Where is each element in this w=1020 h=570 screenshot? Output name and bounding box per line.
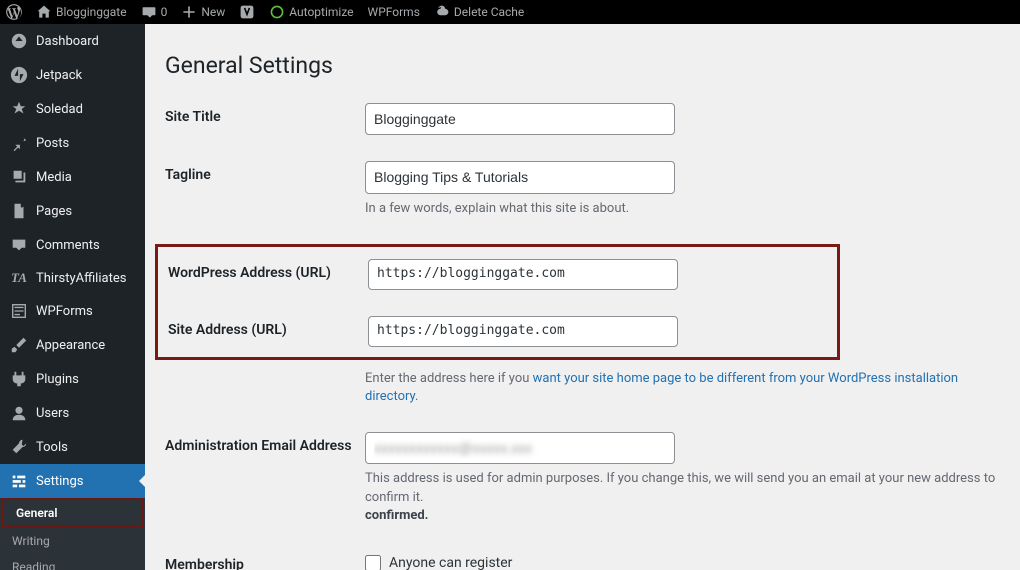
home-icon [36, 4, 52, 20]
sidebar-label: Plugins [36, 372, 79, 387]
brush-icon [10, 336, 28, 354]
site-address-input[interactable] [368, 316, 678, 347]
thirstyaffiliates-icon: TA [10, 270, 28, 286]
membership-label: Membership [165, 551, 365, 570]
submenu-item-general[interactable]: General [2, 498, 143, 528]
soledad-icon [10, 100, 28, 118]
wpforms-adminbar[interactable]: WPForms [368, 0, 420, 24]
admin-bar: Blogginggate 0 New Autoptimize WPForms D… [0, 0, 1020, 24]
site-name: Blogginggate [56, 0, 127, 24]
sidebar-item-tools[interactable]: Tools [0, 430, 145, 464]
sidebar-item-posts[interactable]: Posts [0, 126, 145, 160]
sidebar-label: Pages [36, 204, 72, 219]
site-address-description: Enter the address here if you want your … [365, 370, 1000, 406]
media-icon [10, 168, 28, 186]
site-title-input[interactable] [365, 103, 675, 135]
sidebar-item-settings[interactable]: Settings [0, 464, 145, 498]
tools-icon [10, 438, 28, 456]
sidebar-label: ThirstyAffiliates [36, 271, 126, 286]
sidebar-label: Jetpack [36, 68, 82, 83]
users-icon [10, 404, 28, 422]
autoptimize-link[interactable]: Autoptimize [269, 0, 353, 24]
admin-sidebar: Dashboard Jetpack Soledad Posts Media Pa… [0, 24, 145, 570]
comment-icon [141, 4, 157, 20]
cache-icon [434, 4, 450, 20]
sidebar-label: Soledad [36, 102, 83, 117]
plus-icon [181, 4, 197, 20]
wordpress-icon [6, 4, 22, 20]
wp-address-label: WordPress Address (URL) [168, 259, 368, 281]
sidebar-label: Comments [36, 238, 100, 253]
site-title-label: Site Title [165, 103, 365, 125]
wp-address-input[interactable] [368, 259, 678, 290]
sidebar-label: Appearance [36, 338, 105, 353]
submenu-item-writing[interactable]: Writing [0, 528, 145, 554]
new-label: New [201, 0, 225, 24]
sidebar-label: Posts [36, 136, 69, 151]
delete-cache-link[interactable]: Delete Cache [434, 0, 524, 24]
comments-icon [10, 236, 28, 254]
site-address-label: Site Address (URL) [168, 316, 368, 338]
comments-link[interactable]: 0 [141, 0, 168, 24]
page-icon [10, 202, 28, 220]
sidebar-item-soledad[interactable]: Soledad [0, 92, 145, 126]
tagline-input[interactable] [365, 161, 675, 193]
wpforms-label: WPForms [368, 0, 420, 24]
sidebar-label: Media [36, 170, 72, 185]
anyone-can-register-label: Anyone can register [389, 555, 512, 570]
sidebar-item-plugins[interactable]: Plugins [0, 362, 145, 396]
wordpress-logo[interactable] [6, 4, 22, 20]
settings-submenu: General Writing Reading [0, 498, 145, 570]
tagline-label: Tagline [165, 161, 365, 183]
sidebar-label: WPForms [36, 304, 93, 319]
submenu-item-reading[interactable]: Reading [0, 554, 145, 570]
sidebar-item-media[interactable]: Media [0, 160, 145, 194]
sidebar-item-wpforms[interactable]: WPForms [0, 294, 145, 328]
tagline-description: In a few words, explain what this site i… [365, 200, 1000, 218]
sidebar-item-comments[interactable]: Comments [0, 228, 145, 262]
sidebar-item-jetpack[interactable]: Jetpack [0, 58, 145, 92]
settings-icon [10, 472, 28, 490]
admin-email-input[interactable] [365, 432, 675, 464]
sidebar-item-dashboard[interactable]: Dashboard [0, 24, 145, 58]
settings-content: General Settings Site Title Tagline In a… [145, 24, 1020, 570]
pin-icon [10, 134, 28, 152]
admin-email-description: This address is used for admin purposes.… [365, 470, 1000, 525]
sidebar-label: Users [36, 406, 69, 421]
sidebar-label: Settings [36, 474, 83, 489]
dashboard-icon [10, 32, 28, 50]
anyone-can-register-checkbox[interactable] [365, 555, 381, 570]
sidebar-item-users[interactable]: Users [0, 396, 145, 430]
delete-cache-label: Delete Cache [454, 0, 524, 24]
sidebar-item-thirstyaffiliates[interactable]: TA ThirstyAffiliates [0, 262, 145, 294]
autoptimize-icon [269, 4, 285, 20]
site-home-link[interactable]: Blogginggate [36, 0, 127, 24]
sidebar-item-pages[interactable]: Pages [0, 194, 145, 228]
sidebar-item-appearance[interactable]: Appearance [0, 328, 145, 362]
new-content-link[interactable]: New [181, 0, 225, 24]
jetpack-icon [10, 66, 28, 84]
admin-email-label: Administration Email Address [165, 432, 365, 454]
comments-count: 0 [161, 0, 168, 24]
url-highlight-box: WordPress Address (URL) Site Address (UR… [155, 244, 840, 360]
page-title: General Settings [165, 52, 1000, 79]
yoast-icon [239, 4, 255, 20]
autoptimize-label: Autoptimize [289, 0, 353, 24]
sidebar-label: Tools [36, 440, 68, 455]
plugin-icon [10, 370, 28, 388]
sidebar-label: Dashboard [36, 34, 99, 49]
yoast-link[interactable] [239, 4, 255, 20]
wpforms-icon [10, 302, 28, 320]
